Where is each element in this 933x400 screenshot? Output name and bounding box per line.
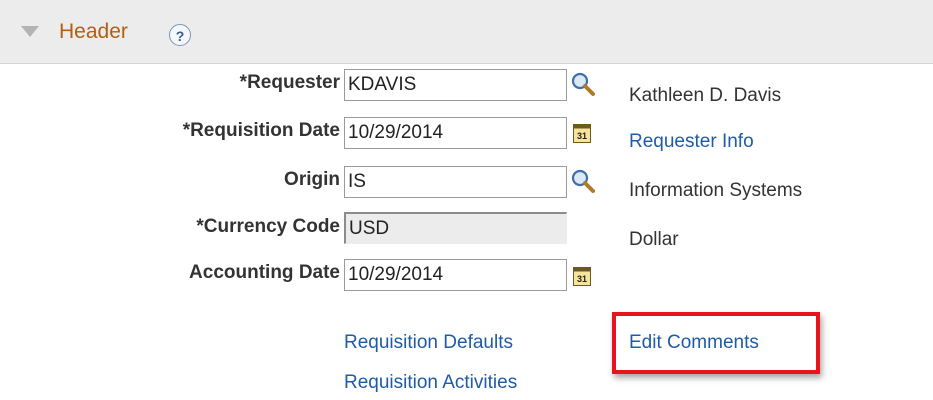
calendar-icon-text: 31 xyxy=(577,274,587,284)
accounting-date-input[interactable] xyxy=(344,259,567,291)
collapse-triangle-icon[interactable] xyxy=(21,26,39,37)
section-title[interactable]: Header xyxy=(59,20,128,44)
help-icon[interactable]: ? xyxy=(169,24,191,46)
requisition-date-label: *Requisition Date xyxy=(182,120,340,141)
requester-info-link[interactable]: Requester Info xyxy=(629,131,754,153)
edit-comments-highlight xyxy=(612,312,820,374)
calendar-icon-text: 31 xyxy=(577,131,587,141)
requisition-defaults-link[interactable]: Requisition Defaults xyxy=(344,332,513,354)
requester-input[interactable] xyxy=(344,69,567,101)
origin-input[interactable] xyxy=(344,166,567,198)
requisition-date-calendar-icon[interactable]: 31 xyxy=(573,123,591,143)
requester-search-icon[interactable] xyxy=(570,71,596,97)
requester-name: Kathleen D. Davis xyxy=(629,85,782,106)
currency-code-label: *Currency Code xyxy=(196,216,340,237)
requisition-activities-link[interactable]: Requisition Activities xyxy=(344,372,517,394)
accounting-date-label: Accounting Date xyxy=(189,262,340,283)
currency-description: Dollar xyxy=(629,229,679,250)
requester-label: *Requester xyxy=(239,72,340,93)
origin-label: Origin xyxy=(284,169,340,190)
origin-description: Information Systems xyxy=(629,180,803,201)
origin-search-icon[interactable] xyxy=(570,168,596,194)
requisition-date-input[interactable] xyxy=(344,117,567,149)
currency-code-field xyxy=(344,212,567,244)
accounting-date-calendar-icon[interactable]: 31 xyxy=(573,266,591,286)
section-header[interactable]: Header ? xyxy=(0,0,933,64)
